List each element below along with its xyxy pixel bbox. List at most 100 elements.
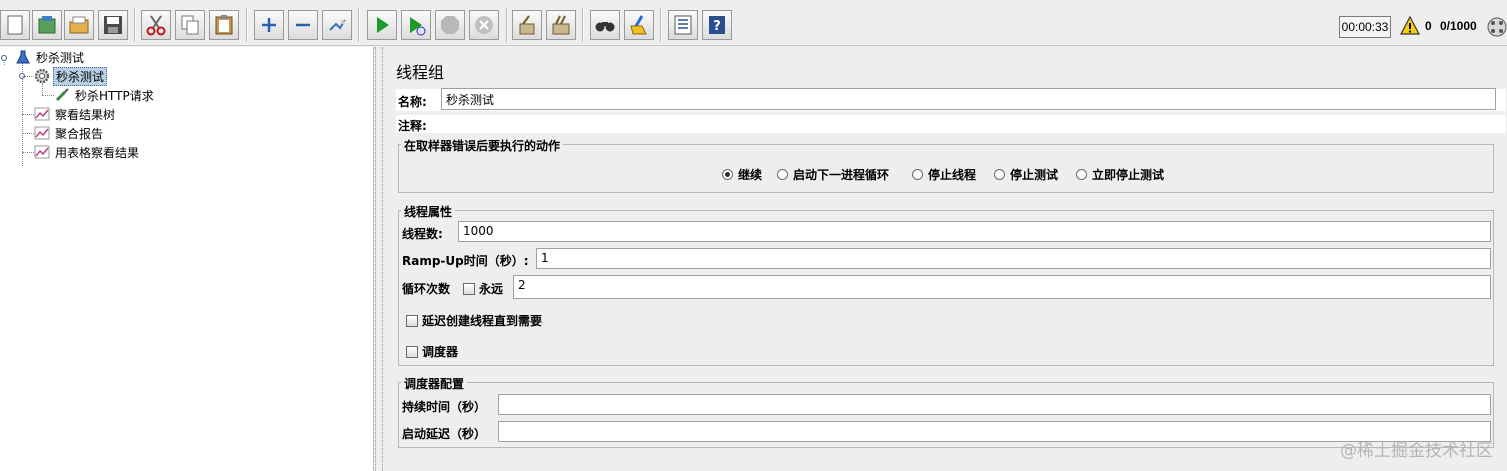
checkbox-label: 永远 — [479, 282, 504, 296]
start-no-pauses-icon — [410, 17, 426, 36]
radio-stop-test[interactable]: 停止测试 — [994, 166, 1058, 183]
toolbar: ? 00:00:33 0 0/1000 — [0, 0, 1507, 46]
help-icon: ? — [709, 16, 725, 34]
toggle-icon — [329, 19, 346, 31]
tree-item-aggregate-report[interactable]: 聚合报告 — [34, 124, 105, 142]
open-button[interactable] — [64, 10, 94, 40]
svg-text:?: ? — [713, 19, 721, 34]
elapsed-timer: 00:00:33 — [1339, 16, 1391, 38]
active-threads: 0/1000 — [1440, 19, 1477, 33]
watermark: @稀土掘金技术社区 — [1340, 441, 1493, 461]
expand-icon — [262, 18, 276, 32]
templates-button[interactable] — [32, 10, 62, 40]
thread-properties-title: 线程属性 — [401, 203, 456, 220]
templates-icon — [38, 16, 56, 34]
radio-continue[interactable]: 继续 — [722, 166, 762, 183]
tree-item-view-results-table[interactable]: 用表格察看结果 — [34, 143, 141, 161]
function-helper-button[interactable] — [668, 10, 698, 40]
clear-all-icon — [552, 15, 570, 35]
help-button[interactable]: ? — [702, 10, 732, 40]
loop-count-field[interactable]: 2 — [513, 275, 1491, 299]
radio-label: 立即停止测试 — [1092, 168, 1165, 182]
toolbar-separator — [358, 8, 360, 42]
tree-item-label: 秒杀HTTP请求 — [75, 88, 154, 103]
scheduler-config-title: 调度器配置 — [401, 375, 468, 392]
start-no-pauses-button[interactable] — [401, 10, 431, 40]
reset-search-button[interactable] — [624, 10, 654, 40]
radio-label: 停止测试 — [1010, 168, 1059, 182]
delay-thread-creation-checkbox[interactable]: 延迟创建线程直到需要 — [406, 312, 542, 329]
remote-status-icon — [1487, 17, 1507, 37]
copy-button[interactable] — [175, 10, 205, 40]
name-field[interactable]: 秒杀测试 — [441, 88, 1496, 110]
start-button[interactable] — [367, 10, 397, 40]
stop-icon — [441, 16, 459, 34]
tree-item-view-results-tree[interactable]: 察看结果树 — [34, 105, 117, 123]
collapse-icon — [296, 23, 310, 27]
checkbox-label: 调度器 — [422, 345, 459, 359]
tree-item-label: 察看结果树 — [55, 107, 116, 122]
toolbar-separator — [134, 8, 136, 42]
copy-icon — [181, 15, 199, 35]
chart-listener-icon — [34, 144, 50, 160]
rampup-field[interactable]: 1 — [536, 248, 1491, 269]
split-pane-divider[interactable] — [375, 47, 383, 471]
tree-item-label: 聚合报告 — [55, 126, 104, 141]
stop-button[interactable] — [435, 10, 465, 40]
tree-item-test-plan[interactable]: 秒杀测试 — [15, 48, 86, 66]
new-icon — [7, 15, 23, 35]
save-button[interactable] — [98, 10, 128, 40]
radio-dot — [912, 169, 923, 180]
tree-item-http-sampler[interactable]: 秒杀HTTP请求 — [54, 86, 156, 104]
startup-delay-label: 启动延迟（秒） — [402, 427, 487, 441]
radio-dot — [1076, 169, 1087, 180]
search-button[interactable] — [590, 10, 620, 40]
threads-label: 线程数: — [402, 227, 443, 241]
scheduler-checkbox[interactable]: 调度器 — [406, 343, 458, 360]
warning-icon[interactable] — [1400, 16, 1420, 36]
shutdown-icon — [475, 16, 493, 34]
thread-group-panel: 线程组 名称: 秒杀测试 注释: 在取样器错误后要执行的动作 继续 启动下一进程… — [386, 47, 1507, 471]
radio-stop-test-now[interactable]: 立即停止测试 — [1076, 166, 1164, 183]
forever-checkbox[interactable]: 永远 — [463, 280, 503, 297]
expand-all-button[interactable] — [254, 10, 284, 40]
radio-stop-thread[interactable]: 停止线程 — [912, 166, 976, 183]
collapse-all-button[interactable] — [288, 10, 318, 40]
save-icon — [104, 16, 122, 34]
tree-item-label: 秒杀测试 — [36, 50, 85, 65]
cut-button[interactable] — [141, 10, 171, 40]
test-plan-icon — [15, 49, 31, 65]
radio-label: 继续 — [738, 168, 763, 182]
start-icon — [377, 17, 389, 33]
chart-listener-icon — [34, 125, 50, 141]
radio-start-next-loop[interactable]: 启动下一进程循环 — [777, 166, 889, 183]
toolbar-separator — [246, 8, 248, 42]
tree-expander[interactable] — [1, 55, 7, 61]
threads-field[interactable]: 1000 — [458, 221, 1491, 242]
cut-icon — [146, 15, 166, 36]
clear-all-button[interactable] — [546, 10, 576, 40]
name-label: 名称: — [398, 95, 427, 109]
sampler-error-action-title: 在取样器错误后要执行的动作 — [401, 137, 564, 154]
duration-field[interactable] — [498, 394, 1491, 415]
comment-field[interactable] — [436, 116, 1496, 132]
checkbox-box — [406, 345, 418, 358]
reset-search-icon — [630, 15, 647, 35]
radio-dot — [777, 169, 788, 180]
paste-button[interactable] — [209, 10, 239, 40]
shutdown-button[interactable] — [469, 10, 499, 40]
search-icon — [595, 22, 615, 32]
radio-dot — [994, 169, 1005, 180]
duration-label: 持续时间（秒） — [402, 400, 487, 414]
open-icon — [69, 16, 89, 34]
pipette-icon — [54, 87, 70, 103]
paste-icon — [215, 15, 233, 35]
tree-item-thread-group[interactable]: 秒杀测试 — [34, 66, 108, 86]
toggle-button[interactable] — [322, 10, 352, 40]
radio-label: 停止线程 — [928, 168, 977, 182]
toolbar-separator — [660, 8, 662, 42]
comment-label: 注释: — [398, 119, 427, 133]
new-button[interactable] — [0, 10, 30, 40]
clear-button[interactable] — [512, 10, 542, 40]
toolbar-separator — [506, 8, 508, 42]
